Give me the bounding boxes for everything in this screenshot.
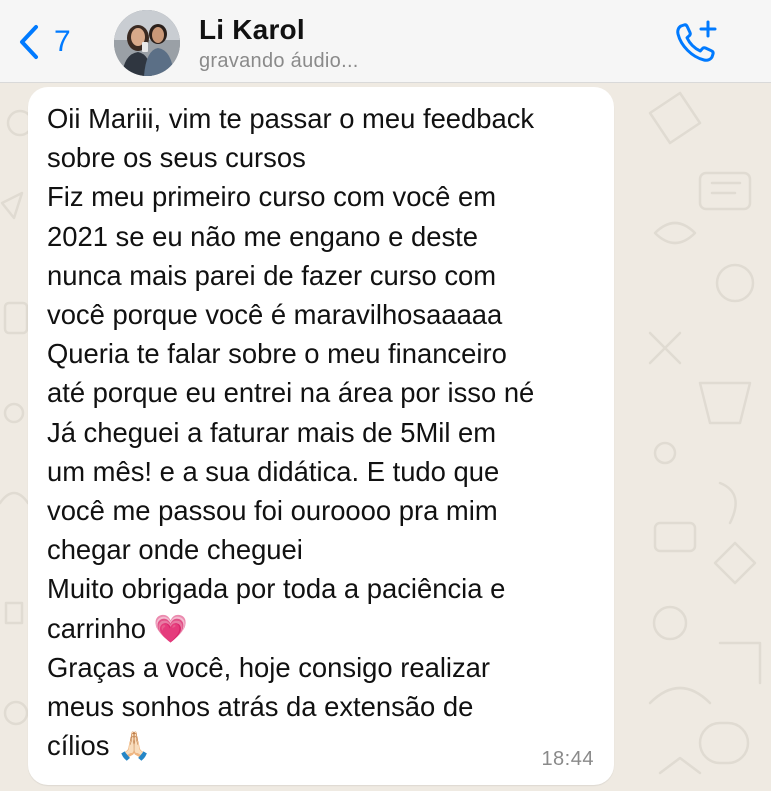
- message-line: Já cheguei a faturar mais de 5Mil em: [47, 416, 497, 448]
- message-line: Oii Mariii, vim te passar o meu feedback: [47, 103, 535, 134]
- message-line: Muito obrigada por toda a paciência e: [47, 573, 506, 605]
- contact-name[interactable]: Li Karol: [199, 14, 305, 46]
- message-line: Queria te falar sobre o meu financeiro: [47, 338, 507, 370]
- message-bubble[interactable]: Oii Mariii, vim te passar o meu feedback…: [28, 87, 614, 785]
- message-line: você me passou foi ouroooo pra mim: [47, 495, 498, 527]
- message-line: 2021 se eu não me engano e deste: [47, 220, 478, 252]
- message-line: sobre os seus cursos: [47, 142, 306, 174]
- message-line: chegar onde cheguei: [47, 534, 303, 566]
- add-call-button[interactable]: [672, 18, 720, 66]
- chevron-left-icon: [20, 25, 38, 59]
- message-line: um mês! e a sua didática. E tudo que: [47, 455, 500, 487]
- phone-plus-icon: [676, 20, 717, 62]
- message-line: nunca mais parei de fazer curso com: [47, 259, 497, 291]
- unread-count: 7: [54, 25, 71, 58]
- message-line: você porque você é maravilhosaaaaa: [47, 299, 503, 331]
- back-button[interactable]: 7: [18, 22, 71, 62]
- message-line: até porque eu entrei na área por isso né: [47, 377, 535, 409]
- message-line: Graças a você, hoje consigo realizar: [47, 651, 491, 683]
- avatar[interactable]: [114, 10, 180, 76]
- message-line: meus sonhos atrás da extensão de: [47, 691, 474, 723]
- chat-header: 7 Li Karol gravando áudio...: [0, 0, 771, 83]
- contact-status: gravando áudio...: [199, 50, 359, 72]
- message-text: Oii Mariii, vim te passar o meu feedback…: [47, 99, 594, 765]
- avatar-photo: [114, 10, 180, 76]
- message-line: Fiz meu primeiro curso com você em: [47, 181, 497, 213]
- message-line: cílios 🙏🏻: [47, 730, 152, 762]
- message-line: carrinho 💗: [47, 612, 188, 644]
- message-timestamp: 18:44: [541, 748, 594, 770]
